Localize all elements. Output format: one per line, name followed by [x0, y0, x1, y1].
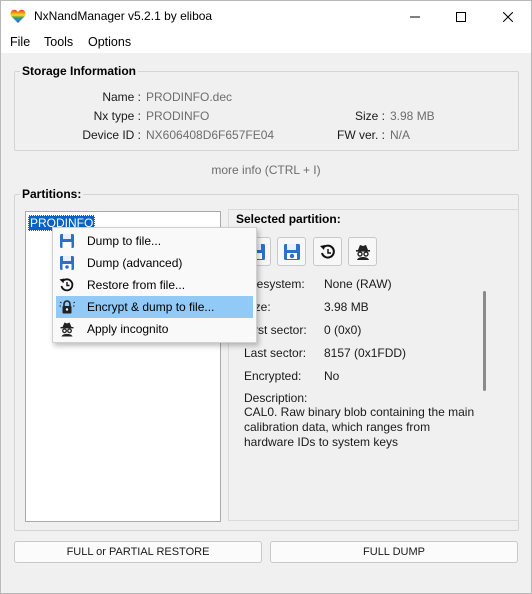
incognito-tool-button[interactable] — [348, 237, 377, 266]
fw-version-label: FW ver. : — [337, 128, 385, 142]
fw-version-value: N/A — [390, 128, 411, 142]
encrypt-icon — [59, 300, 75, 314]
menu-file[interactable]: File — [10, 35, 30, 49]
ctx-dump-advanced[interactable]: Dump (advanced) — [56, 252, 253, 274]
nx-type-value: PRODINFO — [146, 109, 210, 123]
title-bar[interactable]: NxNandManager v5.2.1 by eliboa — [1, 1, 531, 32]
selected-partition-title: Selected partition: — [234, 212, 343, 226]
panel-scrollbar[interactable] — [483, 291, 486, 391]
name-label: Name : — [102, 90, 141, 104]
close-icon — [503, 11, 513, 22]
save-icon — [60, 234, 74, 248]
ctx-restore-from-file[interactable]: Restore from file... — [56, 274, 253, 296]
description-label: Description: — [244, 391, 308, 405]
save-advanced-icon — [60, 256, 74, 270]
ctx-label: Apply incognito — [87, 322, 169, 336]
ctx-dump-to-file[interactable]: Dump to file... — [56, 230, 253, 252]
ctx-apply-incognito[interactable]: Apply incognito — [56, 318, 253, 340]
maximize-button[interactable] — [438, 1, 484, 32]
menu-tools[interactable]: Tools — [44, 35, 73, 49]
ctx-encrypt-dump[interactable]: Encrypt & dump to file... — [56, 296, 253, 318]
size-label: Size : — [354, 109, 385, 123]
ctx-label: Dump to file... — [87, 234, 162, 248]
full-dump-button[interactable]: FULL DUMP — [270, 541, 518, 563]
save-advanced-icon — [283, 243, 300, 260]
dump-advanced-tool-button[interactable] — [277, 237, 306, 266]
window-title: NxNandManager v5.2.1 by eliboa — [34, 9, 213, 23]
heart-app-icon — [10, 9, 26, 23]
more-info-link[interactable]: more info (CTRL + I) — [1, 163, 531, 177]
size-value: 3.98 MB — [390, 109, 435, 123]
device-id-label: Device ID : — [82, 128, 141, 142]
device-id-value: NX606408D6F657FE04 — [146, 128, 275, 142]
restore-tool-button[interactable] — [313, 237, 342, 266]
ctx-label: Dump (advanced) — [87, 256, 183, 270]
ctx-label: Restore from file... — [87, 278, 186, 292]
encrypted-value: No — [324, 369, 340, 383]
partition-context-menu: Dump to file... Dump (advanced) Restore … — [52, 227, 257, 343]
incognito-icon — [355, 244, 370, 260]
restore-icon — [59, 278, 74, 292]
menu-bar: File Tools Options — [1, 32, 531, 53]
filesystem-value: None (RAW) — [324, 277, 392, 291]
ctx-label: Encrypt & dump to file... — [87, 300, 215, 314]
last-sector-label: Last sector: — [244, 346, 307, 360]
close-button[interactable] — [485, 1, 531, 32]
menu-options[interactable]: Options — [88, 35, 131, 49]
partition-size-value: 3.98 MB — [324, 300, 369, 314]
nx-type-label: Nx type : — [93, 109, 141, 123]
restore-icon — [319, 244, 335, 259]
partitions-title: Partitions: — [20, 187, 84, 201]
storage-info-title: Storage Information — [20, 64, 139, 78]
main-window: NxNandManager v5.2.1 by eliboa File Tool… — [0, 0, 532, 594]
encrypted-label: Encrypted: — [244, 369, 302, 383]
full-partial-restore-button[interactable]: FULL or PARTIAL RESTORE — [14, 541, 262, 563]
last-sector-value: 8157 (0x1FDD) — [324, 346, 407, 360]
description-value: CAL0. Raw binary blob containing the mai… — [244, 405, 475, 449]
minimize-button[interactable] — [392, 1, 438, 32]
first-sector-value: 0 (0x0) — [324, 323, 362, 337]
incognito-icon — [60, 322, 74, 337]
minimize-icon — [410, 16, 420, 17]
name-value: PRODINFO.dec — [146, 90, 233, 104]
maximize-icon — [456, 11, 466, 22]
